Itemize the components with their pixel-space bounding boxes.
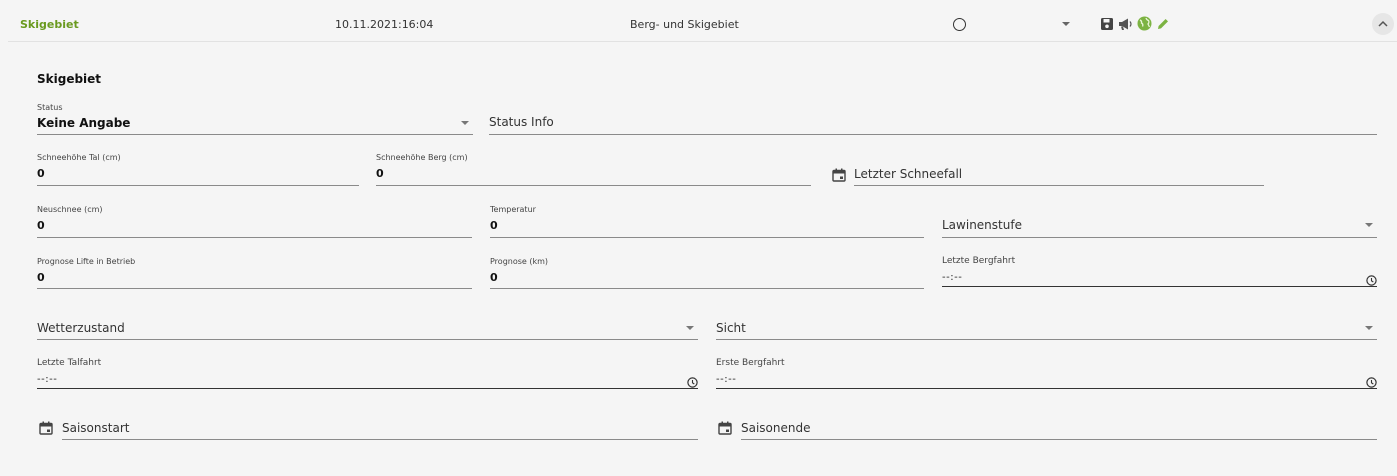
entry-datetime: 10.11.2021:16:04 [335,18,434,31]
saisonstart-placeholder: Saisonstart [62,421,130,435]
status-circle-icon[interactable] [953,18,966,31]
letzte-bergfahrt-label: Letzte Bergfahrt [942,256,1016,266]
temperatur-input[interactable]: Temperatur 0 [490,202,924,238]
wetterzustand-select[interactable]: Wetterzustand [37,305,698,340]
prognose-lifte-input[interactable]: Prognose Lifte in Betrieb 0 [37,253,472,289]
schneehoehe-berg-value: 0 [376,167,384,180]
status-select[interactable]: Status Keine Angabe [37,100,473,135]
neuschnee-value: 0 [37,219,45,232]
prognose-km-input[interactable]: Prognose (km) 0 [490,253,924,289]
chevron-down-icon [686,326,694,330]
letzte-talfahrt-label: Letzte Talfahrt [37,358,102,368]
saisonende-placeholder: Saisonende [741,421,811,435]
letzter-schneefall-placeholder: Letzter Schneefall [854,167,963,181]
clock-icon[interactable] [1366,373,1377,392]
temperatur-value: 0 [490,219,498,232]
megaphone-icon[interactable] [1118,16,1134,35]
section-title: Skigebiet [37,72,102,86]
sicht-placeholder: Sicht [716,321,746,335]
chevron-down-icon [1365,326,1373,330]
collapse-chevron-icon[interactable] [1372,13,1394,35]
status-info-input[interactable]: Status Info [489,100,1377,135]
schneehoehe-berg-input[interactable]: Schneehöhe Berg (cm) 0 [376,150,811,186]
entry-header-bar[interactable]: Skigebiet 10.11.2021:16:04 Berg- und Ski… [8,8,1397,42]
chevron-down-icon [1365,223,1373,227]
schneehoehe-berg-label: Schneehöhe Berg (cm) [376,153,468,162]
edit-pencil-icon[interactable] [1156,16,1170,35]
erste-bergfahrt-input[interactable]: Erste Bergfahrt --:-- [716,355,1377,389]
status-info-placeholder: Status Info [489,115,554,129]
schneehoehe-tal-label: Schneehöhe Tal (cm) [37,153,121,162]
saisonstart-input[interactable]: Saisonstart [62,404,698,440]
prognose-km-value: 0 [490,271,498,284]
letzter-schneefall-input[interactable]: Letzter Schneefall [854,150,1264,186]
entry-type: Berg- und Skigebiet [630,18,739,31]
wetterzustand-placeholder: Wetterzustand [37,321,125,335]
prognose-lifte-label: Prognose Lifte in Betrieb [37,257,136,266]
save-icon[interactable] [1100,16,1114,35]
lawinenstufe-select[interactable]: Lawinenstufe [942,202,1377,238]
clock-icon[interactable] [687,373,698,392]
neuschnee-input[interactable]: Neuschnee (cm) 0 [37,202,472,238]
chevron-down-icon [461,121,469,125]
status-value: Keine Angabe [37,116,131,130]
letzte-bergfahrt-value: --:-- [942,272,963,283]
temperatur-label: Temperatur [490,205,536,214]
letzte-talfahrt-value: --:-- [37,374,58,385]
entry-title: Skigebiet [20,18,79,31]
calendar-icon[interactable] [39,420,53,439]
letzte-talfahrt-input[interactable]: Letzte Talfahrt --:-- [37,355,698,389]
status-label: Status [37,103,63,112]
erste-bergfahrt-label: Erste Bergfahrt [716,358,785,368]
schneehoehe-tal-input[interactable]: Schneehöhe Tal (cm) 0 [37,150,359,186]
dropdown-caret-icon[interactable] [1062,22,1070,26]
prognose-lifte-value: 0 [37,271,45,284]
saisonende-input[interactable]: Saisonende [741,404,1377,440]
clock-icon[interactable] [1366,271,1377,290]
calendar-icon[interactable] [718,420,732,439]
schneehoehe-tal-value: 0 [37,167,45,180]
letzte-bergfahrt-input[interactable]: Letzte Bergfahrt --:-- [942,253,1377,287]
neuschnee-label: Neuschnee (cm) [37,205,103,214]
prognose-km-label: Prognose (km) [490,257,549,266]
lawinenstufe-placeholder: Lawinenstufe [942,218,1022,232]
erste-bergfahrt-value: --:-- [716,374,737,385]
globe-icon[interactable] [1137,16,1152,35]
calendar-icon[interactable] [832,167,846,186]
sicht-select[interactable]: Sicht [716,305,1377,340]
